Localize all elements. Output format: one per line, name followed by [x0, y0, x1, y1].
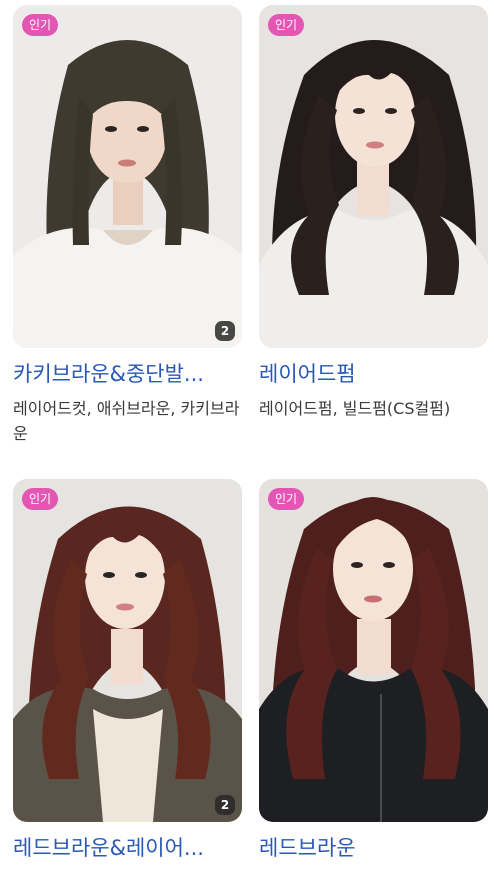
card-tags: 레이어드컷, 애쉬브라운, 카키브라운: [13, 399, 240, 443]
photo-red-brown: [259, 479, 488, 822]
result-card-4[interactable]: 인기 레드브라운: [259, 479, 488, 862]
photo-red-brown-layered: [13, 479, 242, 822]
popular-badge: 인기: [268, 488, 305, 510]
result-card-1[interactable]: 인기 2 카키브라운&중단발... 레이어드컷, 애쉬브라운, 카키브라운: [13, 5, 242, 446]
result-card-3[interactable]: 인기 2 레드브라운&레이어...: [13, 479, 242, 862]
card-title-link[interactable]: 레드브라운: [259, 834, 488, 862]
popular-badge: 인기: [22, 14, 59, 36]
hairstyle-photo-2[interactable]: 인기: [259, 5, 488, 348]
card-title-link[interactable]: 레이어드펌: [259, 360, 488, 388]
card-title-link[interactable]: 레드브라운&레이어...: [13, 834, 242, 862]
image-count-badge: 2: [215, 795, 235, 815]
popular-badge: 인기: [22, 488, 59, 510]
hairstyle-photo-3[interactable]: 인기 2: [13, 479, 242, 822]
photo-layered-perm: [259, 5, 488, 348]
hairstyle-photo-4[interactable]: 인기: [259, 479, 488, 822]
image-count-badge: 2: [215, 321, 235, 341]
photo-khaki-brown-bob: [13, 5, 242, 348]
card-title-link[interactable]: 카키브라운&중단발...: [13, 360, 242, 388]
popular-badge: 인기: [268, 14, 305, 36]
result-card-2[interactable]: 인기 레이어드펌 레이어드펌, 빌드펌(CS컬펌): [259, 5, 488, 421]
hairstyle-photo-1[interactable]: 인기 2: [13, 5, 242, 348]
card-tags: 레이어드펌, 빌드펌(CS컬펌): [259, 399, 451, 418]
